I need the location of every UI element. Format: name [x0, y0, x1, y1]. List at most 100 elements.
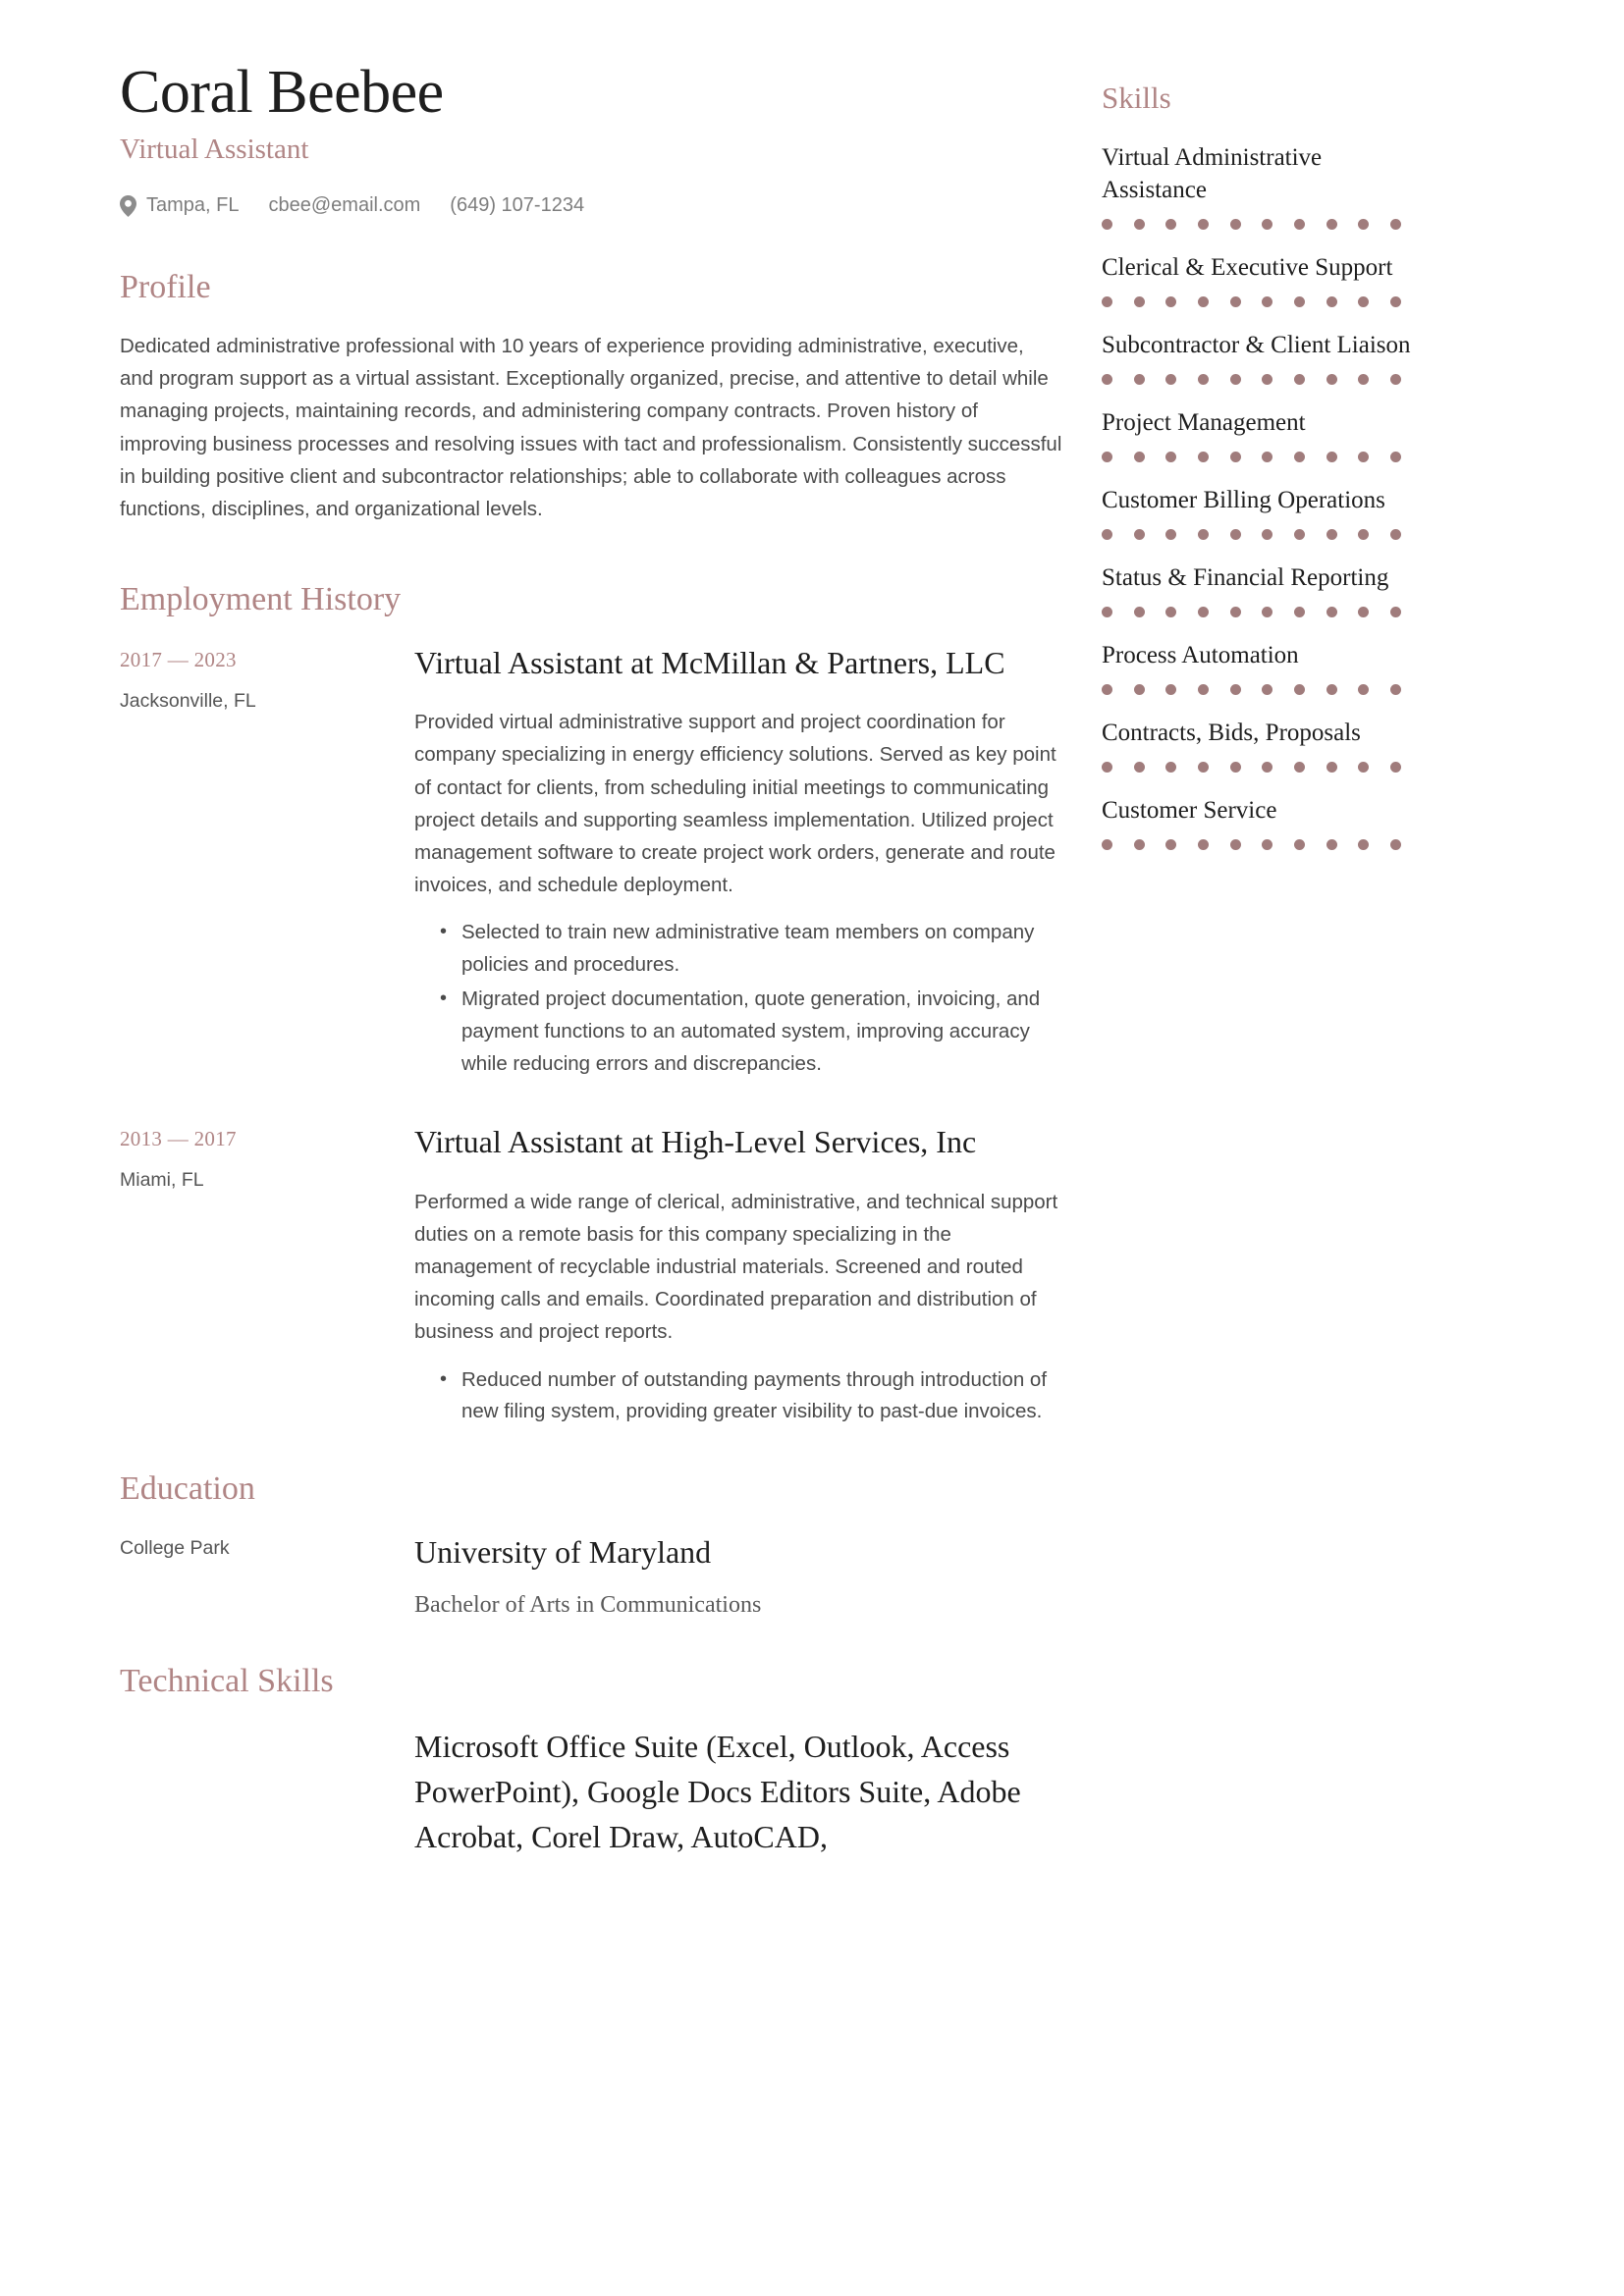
employment-entry-body: Virtual Assistant at High-Level Services…	[414, 1121, 1062, 1430]
skill-item: Status & Financial Reporting	[1102, 561, 1426, 617]
rating-dot	[1133, 607, 1145, 617]
rating-dot	[1293, 762, 1305, 773]
skill-label: Project Management	[1102, 409, 1306, 436]
employment-dates: 2017 — 2023	[120, 648, 237, 672]
rating-dot	[1358, 452, 1370, 462]
rating-dot	[1358, 219, 1370, 230]
profile-text: Dedicated administrative professional wi…	[120, 335, 1062, 521]
rating-dot	[1229, 839, 1241, 850]
rating-dot	[1197, 607, 1209, 617]
rating-dot	[1262, 607, 1273, 617]
rating-dot	[1165, 684, 1177, 695]
skills-list: Virtual Administrative Assistance Clerica…	[1102, 141, 1426, 850]
rating-dot	[1262, 219, 1273, 230]
section-employment: Employment History 2017 — 2023 Jacksonvi…	[120, 580, 1062, 1430]
location-pin-icon	[120, 194, 136, 217]
rating-dot	[1326, 374, 1337, 385]
rating-dot	[1293, 296, 1305, 307]
rating-dot	[1165, 529, 1177, 540]
rating-dot	[1389, 529, 1401, 540]
rating-dot	[1197, 219, 1209, 230]
employment-location: Miami, FL	[120, 1169, 204, 1192]
education-entry-body: University of Maryland Bachelor of Arts …	[414, 1531, 1062, 1623]
rating-dot	[1326, 762, 1337, 773]
rating-dot	[1102, 374, 1112, 385]
list-item: Migrated project documentation, quote ge…	[440, 983, 1062, 1080]
rating-dot	[1165, 452, 1177, 462]
rating-dot	[1389, 452, 1401, 462]
rating-dot	[1358, 607, 1370, 617]
skill-item: Project Management	[1102, 406, 1426, 462]
rating-dot	[1197, 296, 1209, 307]
skill-label: Customer Service	[1102, 797, 1277, 824]
rating-dot	[1262, 452, 1273, 462]
rating-dot	[1133, 219, 1145, 230]
rating-dot	[1133, 684, 1145, 695]
skill-label: Status & Financial Reporting	[1102, 564, 1389, 591]
education-degree: Bachelor of Arts in Communications	[414, 1592, 762, 1619]
rating-dot	[1197, 684, 1209, 695]
rating-dot	[1293, 452, 1305, 462]
rating-dot	[1229, 374, 1241, 385]
rating-dot	[1389, 839, 1401, 850]
skill-item: Contracts, Bids, Proposals	[1102, 717, 1426, 773]
employment-entry-meta: 2013 — 2017 Miami, FL	[120, 1121, 414, 1430]
rating-dot	[1326, 607, 1337, 617]
rating-dot	[1389, 684, 1401, 695]
education-school: University of Maryland	[414, 1534, 712, 1571]
employment-location: Jacksonville, FL	[120, 690, 256, 713]
rating-dot	[1358, 684, 1370, 695]
technical-skills-entry: Microsoft Office Suite (Excel, Outlook, …	[120, 1724, 1062, 1860]
rating-dot	[1165, 839, 1177, 850]
rating-dot	[1293, 839, 1305, 850]
rating-dot	[1389, 374, 1401, 385]
rating-dot	[1262, 762, 1273, 773]
rating-dot	[1293, 684, 1305, 695]
contact-location: Tampa, FL	[120, 194, 239, 217]
rating-dot	[1358, 529, 1370, 540]
rating-dot	[1389, 762, 1401, 773]
rating-dot	[1229, 296, 1241, 307]
skill-label: Clerical & Executive Support	[1102, 254, 1393, 281]
rating-dot	[1133, 452, 1145, 462]
rating-dot	[1389, 296, 1401, 307]
contact-phone[interactable]: (649) 107-1234	[450, 194, 584, 217]
rating-dot	[1326, 452, 1337, 462]
employment-bullet-list: Reduced number of outstanding payments t…	[414, 1363, 1062, 1429]
rating-dot	[1102, 762, 1112, 773]
contact-row: Tampa, FL cbee@email.com (649) 107-1234	[120, 194, 1062, 217]
skill-rating-dots	[1102, 296, 1401, 307]
rating-dot	[1102, 684, 1112, 695]
rating-dot	[1293, 219, 1305, 230]
education-entry: College Park University of Maryland Bach…	[120, 1531, 1062, 1623]
sidebar-skills: Skills Virtual Administrative Assistance…	[1102, 59, 1426, 2296]
section-heading-technical-skills: Technical Skills	[120, 1662, 334, 1699]
rating-dot	[1229, 529, 1241, 540]
employment-title: Virtual Assistant at McMillan & Partners…	[414, 645, 1005, 681]
rating-dot	[1229, 684, 1241, 695]
section-technical-skills: Technical Skills Microsoft Office Suite …	[120, 1662, 1062, 1860]
rating-dot	[1102, 529, 1112, 540]
page-title: Coral Beebee	[120, 59, 444, 126]
rating-dot	[1326, 529, 1337, 540]
rating-dot	[1358, 296, 1370, 307]
technical-skills-body: Microsoft Office Suite (Excel, Outlook, …	[414, 1724, 1062, 1860]
location-text: Tampa, FL	[146, 194, 240, 217]
rating-dot	[1197, 529, 1209, 540]
skill-label: Subcontractor & Client Liaison	[1102, 332, 1411, 358]
rating-dot	[1262, 374, 1273, 385]
rating-dot	[1229, 452, 1241, 462]
skill-rating-dots	[1102, 374, 1401, 385]
rating-dot	[1229, 607, 1241, 617]
rating-dot	[1102, 607, 1112, 617]
skill-label: Contracts, Bids, Proposals	[1102, 720, 1361, 746]
rating-dot	[1133, 374, 1145, 385]
employment-bullet-list: Selected to train new administrative tea…	[414, 916, 1062, 1080]
rating-dot	[1262, 839, 1273, 850]
employment-entry-meta: 2017 — 2023 Jacksonville, FL	[120, 642, 414, 1082]
rating-dot	[1262, 684, 1273, 695]
main-column: Coral Beebee Virtual Assistant Tampa, FL…	[120, 59, 1102, 2296]
rating-dot	[1229, 219, 1241, 230]
employment-entry: 2017 — 2023 Jacksonville, FL Virtual Ass…	[120, 642, 1062, 1082]
contact-email[interactable]: cbee@email.com	[268, 194, 420, 217]
